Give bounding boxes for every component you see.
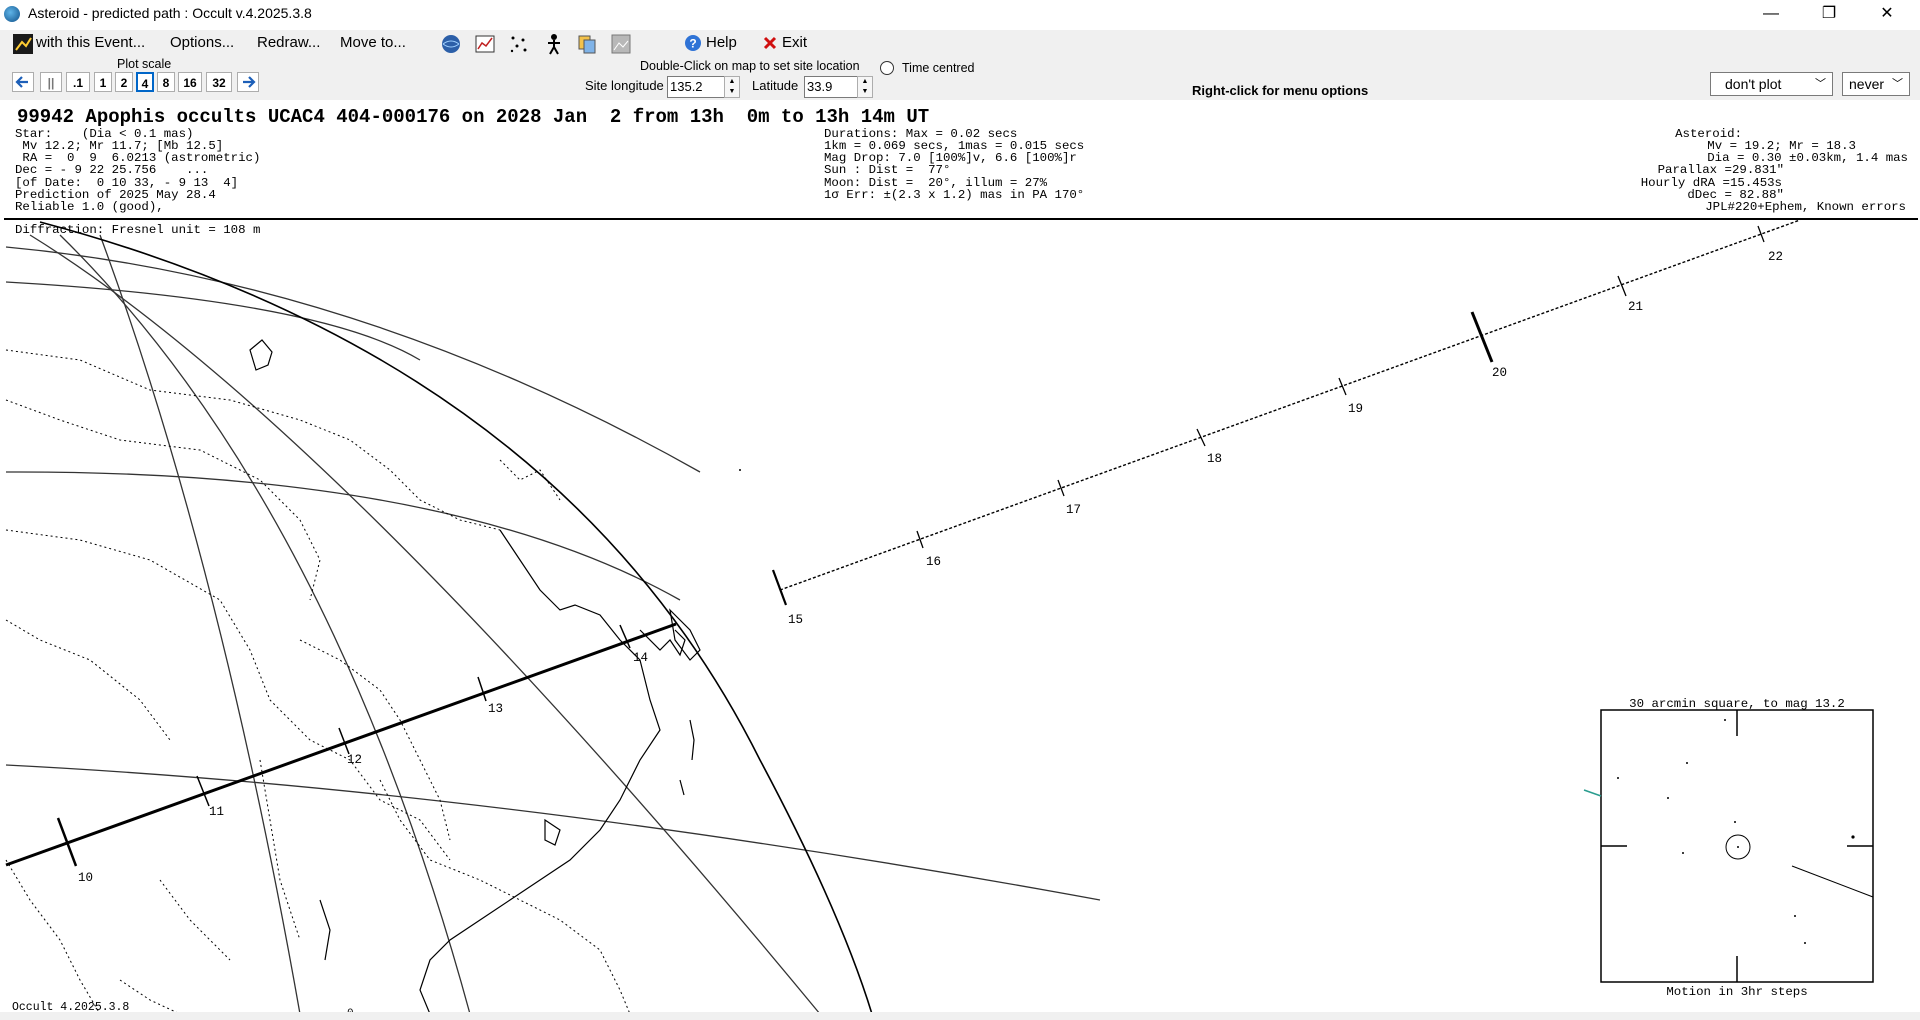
graticule-line: [5, 281, 421, 361]
asteroid-motion-line: [1791, 865, 1874, 898]
window-title: Asteroid - predicted path : Occult v.4.2…: [28, 5, 312, 21]
finder-title: 30 arcmin square, to mag 13.2: [1629, 697, 1845, 711]
person-icon[interactable]: [542, 33, 564, 55]
graticule-line: [5, 764, 1101, 901]
time-centred-label: Time centred: [902, 61, 975, 75]
scale-button-0.1[interactable]: .1: [66, 72, 90, 92]
asteroid-line: Parallax =29.831": [1657, 163, 1784, 177]
bottom-edge: [0, 1012, 1920, 1020]
scroll-left-button[interactable]: [12, 72, 34, 92]
latitude-input[interactable]: 33.9: [804, 76, 858, 98]
plot-scale-label: Plot scale: [117, 57, 172, 71]
graticule-line: [29, 234, 821, 1015]
plot-option-dropdown[interactable]: don't plot ﹀: [1710, 72, 1833, 96]
scale-button-32[interactable]: 32: [206, 72, 232, 92]
scale-button-2[interactable]: 2: [115, 72, 133, 92]
borders: [5, 349, 631, 1015]
ground-track: [5, 622, 677, 867]
menu-bar: with this Event... Options... Redraw... …: [0, 30, 1920, 56]
image-icon[interactable]: [610, 33, 632, 55]
site-longitude-label: Site longitude: [585, 78, 664, 93]
close-button[interactable]: ✕: [1858, 0, 1916, 28]
time-label-12: 12: [347, 753, 362, 767]
plot-toolbar: Plot scale || .1 1 2 4 8 16 32 Double-Cl…: [0, 56, 1920, 100]
title-bar: Asteroid - predicted path : Occult v.4.2…: [0, 0, 1920, 28]
latitude-label: Latitude: [752, 78, 799, 93]
svg-text:?: ?: [689, 37, 696, 51]
graticule-line: [5, 246, 701, 473]
coastlines: [249, 339, 701, 1015]
minimize-button[interactable]: —: [1742, 0, 1800, 28]
path-projection: [779, 219, 1801, 591]
scale-button-4[interactable]: 4: [136, 72, 154, 92]
right-click-hint: Right-click for menu options: [1192, 83, 1369, 98]
graticule: [5, 234, 1101, 1015]
time-label-16: 16: [926, 555, 941, 569]
site-longitude-input[interactable]: 135.2: [667, 76, 725, 98]
globe-icon[interactable]: [440, 33, 462, 55]
plot-option-value: don't plot: [1725, 76, 1782, 92]
site-longitude-spinner[interactable]: ▲ ▼: [724, 76, 740, 98]
event-title: 99942 Apophis occults UCAC4 404-000176 o…: [17, 106, 930, 128]
target-star: [1737, 846, 1739, 848]
menu-with-this-event[interactable]: with this Event...: [36, 34, 145, 51]
never-value: never: [1849, 76, 1885, 92]
time-label-13: 13: [488, 702, 503, 716]
asteroid-line: JPL#220+Ephem, Known errors: [1705, 200, 1906, 214]
graticule-line: [59, 234, 471, 1015]
finder-caption: Motion in 3hr steps: [1666, 985, 1807, 999]
time-label-10: 10: [78, 871, 93, 885]
graticule-line: [5, 471, 681, 601]
exit-icon[interactable]: [762, 35, 784, 57]
duration-line: 1σ Err: ±(2.3 x 1.2) mas in PA 170°: [824, 188, 1085, 202]
menu-exit[interactable]: Exit: [782, 34, 807, 51]
doubleclick-hint: Double-Click on map to set site location: [640, 59, 860, 73]
time-label-22: 22: [1768, 250, 1783, 264]
star-line: Reliable 1.0 (good),: [15, 200, 164, 214]
time-label-17: 17: [1066, 503, 1081, 517]
menu-help[interactable]: Help: [706, 34, 737, 51]
app-icon: [4, 6, 20, 22]
globe-limb: [39, 221, 873, 1015]
menu-redraw[interactable]: Redraw...: [257, 34, 320, 51]
time-label-14: 14: [633, 651, 648, 665]
never-dropdown[interactable]: never ﹀: [1842, 72, 1910, 96]
scale-button-8[interactable]: 8: [157, 72, 175, 92]
time-labels: 10 11 12 13 14 15 16 17 18 19 20 21 22: [78, 250, 1783, 885]
star-line: Dec = - 9 22 25.756 ...: [15, 163, 209, 177]
chevron-down-icon: ﹀: [1892, 78, 1903, 90]
latitude-spinner[interactable]: ▲ ▼: [857, 76, 873, 98]
starfield-icon[interactable]: [508, 33, 530, 55]
field-stars: [1617, 719, 1855, 944]
chart-icon[interactable]: [474, 33, 496, 55]
scroll-right-button[interactable]: [237, 72, 259, 92]
finder-chart: 30 arcmin square, to mag 13.2 Motion in …: [1583, 697, 1874, 999]
stray-point: [739, 469, 741, 471]
time-label-11: 11: [209, 805, 224, 819]
time-label-20: 20: [1492, 366, 1507, 380]
scale-button-1[interactable]: 1: [94, 72, 112, 92]
help-icon[interactable]: ?: [684, 34, 706, 56]
graticule-line: [99, 234, 301, 1015]
time-label-19: 19: [1348, 402, 1363, 416]
diffraction-note: Diffraction: Fresnel unit = 108 m: [15, 223, 261, 237]
time-centred-radio[interactable]: [880, 61, 894, 75]
time-label-15: 15: [788, 613, 803, 627]
target-star-circle: [1725, 834, 1751, 860]
pause-button[interactable]: ||: [40, 72, 62, 92]
copy-icon[interactable]: [576, 33, 598, 55]
finder-frame: [1600, 709, 1874, 983]
time-ticks: [56, 225, 1765, 867]
chevron-down-icon: ﹀: [1815, 78, 1826, 90]
event-icon: [13, 34, 33, 54]
menu-options[interactable]: Options...: [170, 34, 234, 51]
menu-move-to[interactable]: Move to...: [340, 34, 406, 51]
time-label-21: 21: [1628, 300, 1643, 314]
scale-button-16[interactable]: 16: [178, 72, 202, 92]
duration-line: Sun : Dist = 77°: [824, 163, 951, 177]
motion-teal-line: [1583, 789, 1602, 797]
time-label-18: 18: [1207, 452, 1222, 466]
maximize-button[interactable]: ❐: [1800, 0, 1858, 28]
